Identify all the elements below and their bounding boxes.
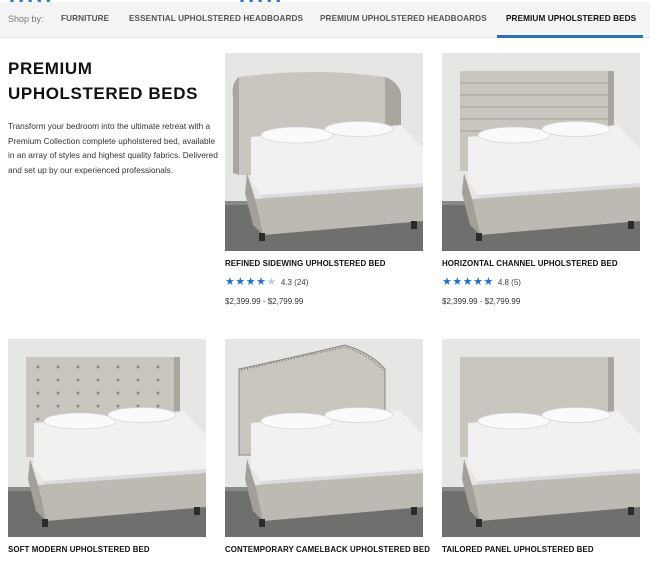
tuft-button (36, 378, 40, 382)
pillow (43, 412, 117, 430)
product-rating[interactable]: ★★★★★ 4.8 (5) (442, 276, 521, 288)
pillow (477, 412, 551, 430)
bed-leg (194, 507, 200, 515)
bed-leg (476, 519, 482, 527)
bed-illustration (442, 53, 640, 251)
pillow (107, 407, 177, 423)
tuft-button (136, 378, 140, 382)
tuft-button (116, 391, 120, 395)
tuft-button (56, 404, 60, 408)
pillow (477, 126, 551, 144)
bed-leg (628, 507, 634, 515)
tab-furniture[interactable]: FURNITURE (61, 14, 109, 23)
tuft-button (136, 391, 140, 395)
shop-by-bar: Shop by: FURNITURE ESSENTIAL UPHOLSTERED… (0, 2, 650, 38)
tuft-button (136, 404, 140, 408)
tuft-button (36, 391, 40, 395)
bed-leg (42, 519, 48, 527)
pillow (324, 121, 394, 137)
page-title-line-2: UPHOLSTERED BEDS (8, 84, 199, 103)
bed-leg (259, 519, 265, 527)
product-name[interactable]: TAILORED PANEL UPHOLSTERED BED (442, 544, 594, 556)
bed-leg (411, 507, 417, 515)
tuft-button (156, 378, 160, 382)
product-rating[interactable]: ★★★★★ 4.3 (24) (225, 276, 308, 288)
product-name[interactable]: REFINED SIDEWING UPHOLSTERED BED (225, 258, 386, 270)
tuft-button (76, 365, 80, 369)
rating-stars: ★★★★★ (442, 276, 494, 288)
rating-text: 4.8 (5) (497, 277, 521, 287)
product-name[interactable]: HORIZONTAL CHANNEL UPHOLSTERED BED (442, 258, 618, 270)
shop-by-label: Shop by: (8, 14, 44, 24)
headboard-wing-left (232, 77, 239, 175)
tuft-button (76, 378, 80, 382)
tuft-button (96, 391, 100, 395)
tuft-button (36, 365, 40, 369)
product-name[interactable]: SOFT MODERN UPHOLSTERED BED (8, 544, 150, 556)
tuft-button (156, 391, 160, 395)
product-image[interactable] (225, 53, 423, 251)
bed-leg (628, 221, 634, 229)
tab-premium-upholstered-beds[interactable]: PREMIUM UPHOLSTERED BEDS (506, 14, 636, 23)
tuft-button (116, 365, 120, 369)
tab-premium-upholstered-headboards[interactable]: PREMIUM UPHOLSTERED HEADBOARDS (320, 14, 487, 23)
tuft-button (156, 404, 160, 408)
tuft-button (96, 378, 100, 382)
bed-illustration (225, 53, 423, 251)
product-image[interactable] (225, 339, 423, 537)
tuft-button (56, 378, 60, 382)
tuft-button (76, 391, 80, 395)
bed-illustration (8, 339, 206, 537)
bed-leg (476, 233, 482, 241)
product-price: $2,399.99 - $2,799.99 (442, 297, 521, 306)
tuft-button (36, 417, 40, 421)
product-image[interactable] (442, 339, 640, 537)
tuft-button (36, 404, 40, 408)
pillow (260, 126, 334, 144)
tuft-button (96, 404, 100, 408)
active-tab-indicator (497, 35, 643, 38)
bed-illustration (442, 339, 640, 537)
tuft-button (136, 365, 140, 369)
tuft-button (116, 378, 120, 382)
tuft-button (116, 404, 120, 408)
product-name[interactable]: CONTEMPORARY CAMELBACK UPHOLSTERED BED (225, 544, 430, 556)
page-title-line-1: PREMIUM (8, 59, 93, 78)
bed-illustration (225, 339, 423, 537)
rating-text: 4.3 (24) (280, 277, 309, 287)
tuft-button (56, 391, 60, 395)
pillow (324, 407, 394, 423)
tuft-button (76, 404, 80, 408)
page-title: PREMIUM UPHOLSTERED BEDS (8, 56, 208, 106)
tab-essential-upholstered-headboards[interactable]: ESSENTIAL UPHOLSTERED HEADBOARDS (129, 14, 303, 23)
pillow (541, 121, 611, 137)
pillow (541, 407, 611, 423)
product-image[interactable] (442, 53, 640, 251)
product-image[interactable] (8, 339, 206, 537)
tuft-button (56, 365, 60, 369)
rating-stars: ★★★★★ (225, 276, 277, 288)
tuft-button (156, 365, 160, 369)
pillow (260, 412, 334, 430)
tuft-button (96, 365, 100, 369)
bed-leg (259, 233, 265, 241)
bed-leg (411, 221, 417, 229)
product-price: $2,399.99 - $2,799.99 (225, 297, 304, 306)
page-description: Transform your bedroom into the ultimate… (8, 121, 218, 175)
